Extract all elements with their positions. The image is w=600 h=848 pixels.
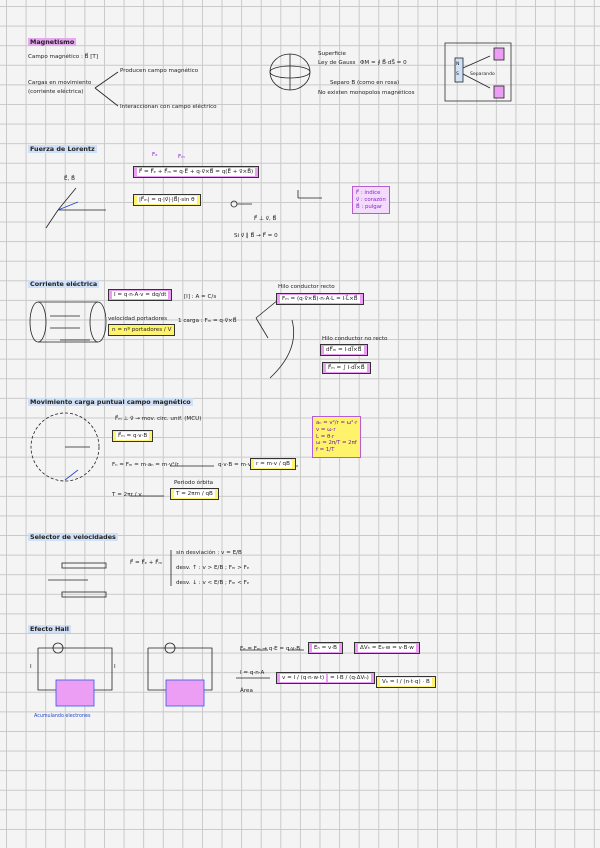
hilo-curvo-d-box: dF⃗ₘ = I·dl⃗×B⃗ <box>320 344 368 356</box>
period-formula: T = 2πr / v <box>112 492 142 498</box>
mcu-summary-box: aₙ = v²/r = ω²·r v = ω·r L = θ·r ω = 2π/… <box>312 416 362 458</box>
newton-formula: Fₙ = Fₘ = m·aₙ = m·v²/r <box>112 462 179 468</box>
hall-i-formula: I = q·n·A <box>240 670 265 676</box>
section-title-lorentz: Fuerza de Lorentz <box>28 145 97 153</box>
lorentz-formula-box: F⃗ = F⃗ₑ + F⃗ₘ = q·E⃗ + q·v⃗×B⃗ = q(E⃗ +… <box>133 166 260 178</box>
hall-i-label-1: I <box>30 664 32 670</box>
hilo-curvo-label: Hilo conductor no recto <box>322 336 388 342</box>
gauss-title: Ley de Gauss <box>318 60 356 66</box>
area-label: Área <box>240 688 253 694</box>
carga-label: 1 carga : Fₘ = q·v⃗×B⃗ <box>178 318 237 324</box>
velocidad-box: n = nº portadores / V <box>108 324 176 336</box>
arrow-interaccionan <box>94 87 119 107</box>
arrow-producen <box>94 71 119 89</box>
mcu-omega: ω = 2π/T = 2πf <box>316 440 357 447</box>
section-title-hall: Efecto Hall <box>28 625 71 633</box>
hilo-curvo-int: F⃗ₘ = ∫ I·dl⃗×B⃗ <box>326 364 367 372</box>
rule-indice: F⃗ : índice <box>356 190 381 196</box>
lorentz-formula: F⃗ = F⃗ₑ + F⃗ₘ = q·E⃗ + q·v⃗×B⃗ = q(E⃗ +… <box>137 168 256 176</box>
interaccionan-label: Interaccionan con campo eléctrico <box>120 104 217 110</box>
v-alt-formula: = I·B / (q·ΔVₕ) <box>328 674 371 682</box>
selector-equation: F⃗ = F⃗ₑ + F⃗ₘ <box>130 560 162 566</box>
separando-label: Separando <box>470 72 495 77</box>
plate-top <box>61 562 107 569</box>
hall-i-label-2: I <box>114 664 116 670</box>
section-title-movimiento: Movimiento carga puntual campo magnético <box>28 398 193 406</box>
section-title-corriente: Corriente eléctrica <box>28 280 100 288</box>
eh-box: Eₕ = v·B <box>308 642 343 654</box>
dv-formula: ΔVₕ = Eₕ·w = v·B·w <box>358 644 416 652</box>
fm-formula: F⃗ₘ = q·v·B <box>116 432 150 440</box>
cargas-label-1: Cargas en movimiento <box>28 80 92 86</box>
velocidad-formula: n = nº portadores / V <box>112 327 172 333</box>
rule-pulgar: B⃗ : pulgar <box>356 203 383 210</box>
modulus-box: |F⃗ₘ| = q·|v⃗|·|B⃗|·sin θ <box>133 194 201 206</box>
producen-label: Producen campo magnético <box>120 68 199 74</box>
v-box: v = I / (q·n·w·t) = I·B / (q·ΔVₕ) <box>276 672 375 684</box>
cargas-label-2: (corriente eléctrica) <box>28 89 84 95</box>
label-fe: Fₑ <box>152 152 158 158</box>
curved-wire <box>269 319 295 379</box>
hand-rule-box: F⃗ : índice v⃗ : corazón B⃗ : pulgar <box>352 186 390 215</box>
hilo-recto-label: Hilo conductor recto <box>278 284 335 290</box>
selector-case-1: sin desviación : v = E/B <box>176 550 242 556</box>
hall-equilibrium: Fₑ = Fₘ → q·E = q·v·B <box>240 646 301 652</box>
perp-label-1: F⃗ ⊥ v⃗, B⃗ <box>254 216 277 222</box>
selector-case-3: desv. ↓ : v < E/B ; Fₘ < Fₑ <box>176 580 250 586</box>
radius-formula: r = m·v / qB <box>254 460 292 468</box>
period-label: Periodo órbita <box>174 480 214 486</box>
intensity-formula: I = q·n·A·v = dq/dt <box>112 291 169 299</box>
v-formula: v = I / (q·n·w·t) <box>280 674 327 682</box>
no-monopolos-label: No existen monopolos magnéticos <box>318 90 415 96</box>
label-fm: Fₘ <box>178 154 185 160</box>
hilo-curvo-d: dF⃗ₘ = I·dl⃗×B⃗ <box>324 346 364 354</box>
wire-section <box>29 301 47 343</box>
eh-formula: Eₕ = v·B <box>312 644 339 652</box>
selector-case-2: desv. ↑ : v > E/B ; Fₘ > Fₑ <box>176 565 250 571</box>
mcu-v: v = ω·r <box>316 426 336 433</box>
rule-corazon: v⃗ : corazón <box>356 196 386 203</box>
gauss-law: ΦM = ∮ B⃗·dS⃗ = 0 <box>360 60 407 66</box>
period-box: T = 2πm / qB <box>170 488 219 500</box>
mcu-f: f = 1/T <box>316 447 335 453</box>
axis-x <box>45 209 59 229</box>
campo-magnetico-label: Campo magnético : B⃗ [T] <box>28 54 99 60</box>
plate-bottom <box>61 591 107 598</box>
vh-formula: Vₕ = I / (n·t·q) · B <box>380 678 432 686</box>
perp-label-2: Si v⃗ ∥ B⃗ → F⃗ = 0 <box>234 233 278 239</box>
hilo-curvo-int-box: F⃗ₘ = ∫ I·dl⃗×B⃗ <box>322 362 371 374</box>
mcu-l: L = θ·r <box>316 433 335 440</box>
intensity-box: I = q·n·A·v = dq/dt <box>108 289 173 301</box>
dv-box: ΔVₕ = Eₕ·w = v·B·w <box>354 642 420 654</box>
axis-eb-label: E⃗, B⃗ <box>64 176 75 182</box>
units-label: [I] : A = C/s <box>184 294 217 300</box>
perp-mcu: F⃗ₘ ⊥ v⃗ → mov. circ. unif. (MCU) <box>115 416 202 422</box>
modulus-formula: |F⃗ₘ| = q·|v⃗|·|B⃗|·sin θ <box>137 196 197 204</box>
superficie-label: Superficie <box>318 51 346 57</box>
acumulando-note: Acumulando electrones <box>34 714 91 719</box>
hilo-recto-formula: Fₘ = (q·v⃗×B⃗)·n·A·L = I·L⃗×B⃗ <box>280 295 360 303</box>
vh-box: Vₕ = I / (n·t·q) · B <box>376 676 436 688</box>
radius-box: r = m·v / qB <box>250 458 296 470</box>
mcu-an: aₙ = v²/r = ω²·r <box>316 420 358 426</box>
separo-label: Separo B (como en rosa) <box>330 80 400 86</box>
section-title-magnetismo: Magnetismo <box>28 38 77 46</box>
fm-box: F⃗ₘ = q·v·B <box>112 430 154 442</box>
magnet-s-label: S <box>456 72 459 77</box>
velocidad-label: velocidad portadores <box>108 316 168 322</box>
period-box-formula: T = 2πm / qB <box>174 490 215 498</box>
sketch-layer <box>29 42 512 707</box>
magnet-n-label: N <box>456 62 460 67</box>
hilo-recto-box: Fₘ = (q·v⃗×B⃗)·n·A·L = I·L⃗×B⃗ <box>276 293 364 305</box>
section-title-selector: Selector de velocidades <box>28 533 118 541</box>
